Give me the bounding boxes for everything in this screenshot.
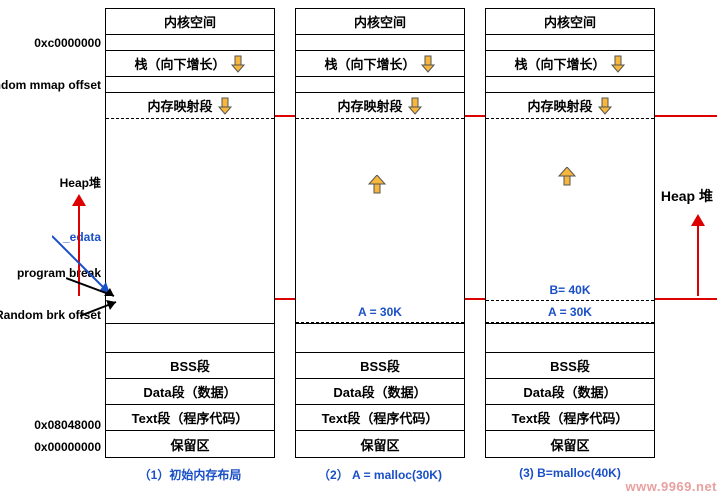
seg-stack: 栈（向下增长）	[296, 51, 464, 77]
arrow-down-icon	[597, 97, 613, 115]
seg-mmap: 内存映射段	[486, 93, 654, 119]
caption-2: （2） A = malloc(30K)	[295, 466, 465, 483]
gap-stack-mmap	[296, 77, 464, 93]
heap-block-a: A = 30K	[486, 301, 654, 323]
caption-3: (3) B=malloc(40K)	[485, 466, 655, 480]
seg-data: Data段（数据）	[296, 379, 464, 405]
label-random-mmap: Random mmap offset	[0, 78, 101, 92]
heap-empty-region	[106, 119, 274, 323]
seg-mmap: 内存映射段	[106, 93, 274, 119]
seg-kernel: 内核空间	[106, 9, 274, 35]
seg-data: Data段（数据）	[106, 379, 274, 405]
memory-column-malloc-a: 内核空间 栈（向下增长） 内存映射段 A = 30K _edata BSS段	[295, 8, 465, 483]
seg-kernel: 内核空间	[486, 9, 654, 35]
addr-c0000000: 0xc0000000	[34, 36, 101, 50]
memory-column-initial: 内核空间 栈（向下增长） 内存映射段 BSS段 Data段（数据） Text段（…	[105, 8, 275, 483]
gap-kernel-stack	[106, 35, 274, 51]
seg-bss: BSS段	[296, 353, 464, 379]
seg-text: Text段（程序代码）	[296, 405, 464, 431]
diagram-stage: 0xc0000000 Random mmap offset Heap堆 _eda…	[0, 0, 727, 500]
arrow-up-icon	[72, 194, 86, 206]
gap-stack-mmap	[486, 77, 654, 93]
seg-bss: BSS段	[486, 353, 654, 379]
seg-bss: BSS段	[106, 353, 274, 379]
seg-mmap-label: 内存映射段	[147, 96, 212, 115]
seg-stack-label: 栈（向下增长）	[324, 54, 415, 73]
brk-gap	[106, 323, 274, 353]
gap-stack-mmap	[106, 77, 274, 93]
gap-kernel-stack	[486, 35, 654, 51]
memory-column-malloc-b: 内核空间 栈（向下增长） 内存映射段 _edata B= 40K A = 30K	[485, 8, 655, 483]
seg-stack: 栈（向下增长）	[106, 51, 274, 77]
arrow-down-icon	[420, 55, 436, 73]
seg-stack-label: 栈（向下增长）	[514, 54, 605, 73]
addr-00000000: 0x00000000	[34, 440, 101, 454]
brk-arrow	[80, 298, 124, 320]
brk-gap	[486, 323, 654, 353]
heap-block-a: A = 30K	[296, 301, 464, 323]
heap-region	[296, 119, 464, 301]
caption-1: （1）初始内存布局	[105, 466, 275, 483]
seg-reserved: 保留区	[106, 431, 274, 457]
seg-kernel: 内核空间	[296, 9, 464, 35]
heap-block-b: B= 40K	[486, 279, 654, 301]
seg-text: Text段（程序代码）	[106, 405, 274, 431]
arrow-down-icon	[407, 97, 423, 115]
seg-stack: 栈（向下增长）	[486, 51, 654, 77]
seg-data: Data段（数据）	[486, 379, 654, 405]
seg-reserved: 保留区	[296, 431, 464, 457]
brk-gap	[296, 323, 464, 353]
heap-region	[486, 119, 654, 279]
seg-text: Text段（程序代码）	[486, 405, 654, 431]
seg-mmap-label: 内存映射段	[527, 96, 592, 115]
arrow-down-icon	[217, 97, 233, 115]
arrow-up-icon	[558, 167, 576, 190]
arrow-down-icon	[610, 55, 626, 73]
arrow-down-icon	[230, 55, 246, 73]
seg-reserved: 保留区	[486, 431, 654, 457]
seg-mmap-label: 内存映射段	[337, 96, 402, 115]
addr-08048000: 0x08048000	[34, 418, 101, 432]
label-heap: Heap堆	[60, 174, 101, 191]
arrow-up-icon	[368, 175, 386, 198]
gap-kernel-stack	[296, 35, 464, 51]
seg-mmap: 内存映射段	[296, 93, 464, 119]
seg-stack-label: 栈（向下增长）	[134, 54, 225, 73]
